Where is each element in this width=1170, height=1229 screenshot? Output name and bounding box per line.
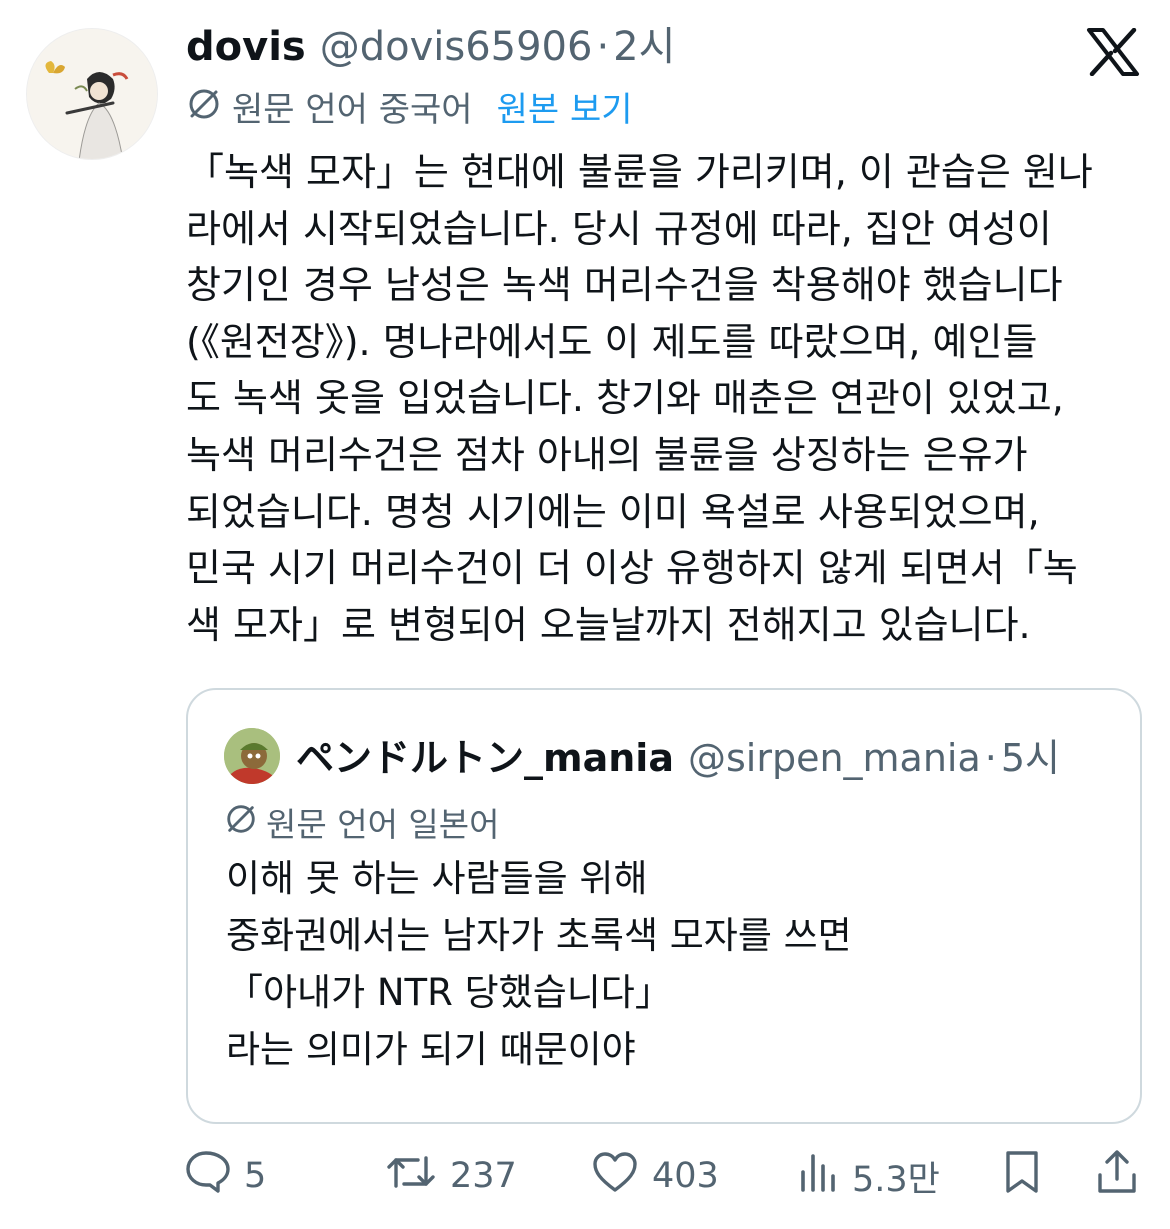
quoted-tweet-header: ペンドルトン_mania @sirpen_mania · 5시 (296, 734, 1060, 782)
tweet-text: 「녹색 모자」는 현대에 불륜을 가리키며, 이 관습은 원나 라에서 시작되었… (186, 144, 1146, 653)
quoted-text-line: 이해 못 하는 사람들을 위해 (226, 857, 648, 900)
heart-icon (592, 1150, 652, 1203)
author-avatar[interactable] (26, 28, 158, 160)
repost-icon (386, 1150, 450, 1203)
tweet-text-line: 되었습니다. 명청 시기에는 이미 욕설로 사용되었으며, (186, 489, 1040, 534)
reply-button[interactable]: 5 (186, 1146, 266, 1206)
tweet-text-line: 창기인 경우 남성은 녹색 머리수건을 착용해야 했습니다 (186, 263, 1063, 308)
quoted-text-line: 중화권에서는 남자가 초록색 모자를 쓰면 (226, 914, 852, 957)
tweet-text-line: 「녹색 모자」는 현대에 불륜을 가리키며, 이 관습은 원나 (186, 150, 1093, 194)
quoted-tweet-text: 이해 못 하는 사람들을 위해 중화권에서는 남자가 초록색 모자를 쓰면 「아… (226, 850, 852, 1078)
quoted-translation-label: 원문 언어 일본어 (266, 804, 500, 844)
tweet-text-line: 라에서 시작되었습니다. 당시 규정에 따라, 집안 여성이 (186, 206, 1052, 251)
views-icon (798, 1150, 852, 1203)
repost-count: 237 (450, 1156, 517, 1196)
quoted-translation-info: 원문 언어 일본어 (224, 802, 500, 847)
reply-icon (186, 1150, 244, 1203)
like-button[interactable]: 403 (592, 1146, 719, 1206)
views-button[interactable]: 5.3만 (798, 1146, 940, 1206)
tweet-text-line: 색 모자」로 변형되어 오늘날까지 전해지고 있습니다. (186, 602, 1031, 647)
translation-label: 원문 언어 중국어 (232, 89, 473, 130)
action-bar: 5 237 403 5.3만 (186, 1146, 1146, 1206)
bookmark-button[interactable] (1002, 1146, 1056, 1206)
translate-globe-icon (224, 802, 266, 847)
quoted-text-line: 라는 의미가 되기 때문이야 (226, 1028, 636, 1071)
x-logo-icon[interactable] (1086, 27, 1140, 77)
tweet-text-line: (《원전장》). 명나라에서도 이 제도를 따랐으며, 예인들 (186, 319, 1038, 364)
share-icon (1096, 1149, 1152, 1204)
reply-count: 5 (244, 1156, 267, 1196)
tweet-text-line: 도 녹색 옷을 입었습니다. 창기와 매춘은 연관이 있었고, (186, 376, 1064, 421)
translation-info: 원문 언어 중국어 원본 보기 (186, 86, 633, 133)
separator-dot: · (984, 736, 997, 780)
tweet-text-line: 민국 시기 머리수건이 더 이상 유행하지 않게 되면서「녹 (186, 546, 1078, 591)
tweet: dovis @dovis65906 · 2시 원문 언어 중국어 원본 보기 「… (0, 0, 1170, 1229)
repost-button[interactable]: 237 (386, 1146, 517, 1206)
author-name[interactable]: dovis (186, 22, 306, 72)
tweet-timestamp[interactable]: 2시 (613, 22, 675, 72)
show-original-link[interactable]: 원본 보기 (497, 88, 633, 132)
quoted-tweet-card[interactable]: ペンドルトン_mania @sirpen_mania · 5시 원문 언어 일본… (186, 688, 1142, 1124)
author-handle[interactable]: @dovis65906 (320, 22, 593, 72)
like-count: 403 (652, 1156, 719, 1196)
translate-globe-icon (186, 86, 232, 133)
quoted-author-avatar[interactable] (224, 728, 280, 784)
separator-dot: · (596, 24, 610, 70)
quoted-author-name[interactable]: ペンドルトン_mania (296, 734, 674, 782)
tweet-text-line: 녹색 머리수건은 점차 아내의 불륜을 상징하는 은유가 (186, 432, 1028, 477)
quoted-text-line: 「아내가 NTR 당했습니다」 (226, 971, 672, 1014)
bookmark-icon (1002, 1149, 1056, 1204)
tweet-header: dovis @dovis65906 · 2시 (186, 22, 675, 72)
quoted-author-handle[interactable]: @sirpen_mania (688, 734, 981, 782)
views-count: 5.3만 (852, 1159, 940, 1200)
share-button[interactable] (1096, 1146, 1152, 1206)
quoted-tweet-timestamp[interactable]: 5시 (1001, 734, 1060, 782)
